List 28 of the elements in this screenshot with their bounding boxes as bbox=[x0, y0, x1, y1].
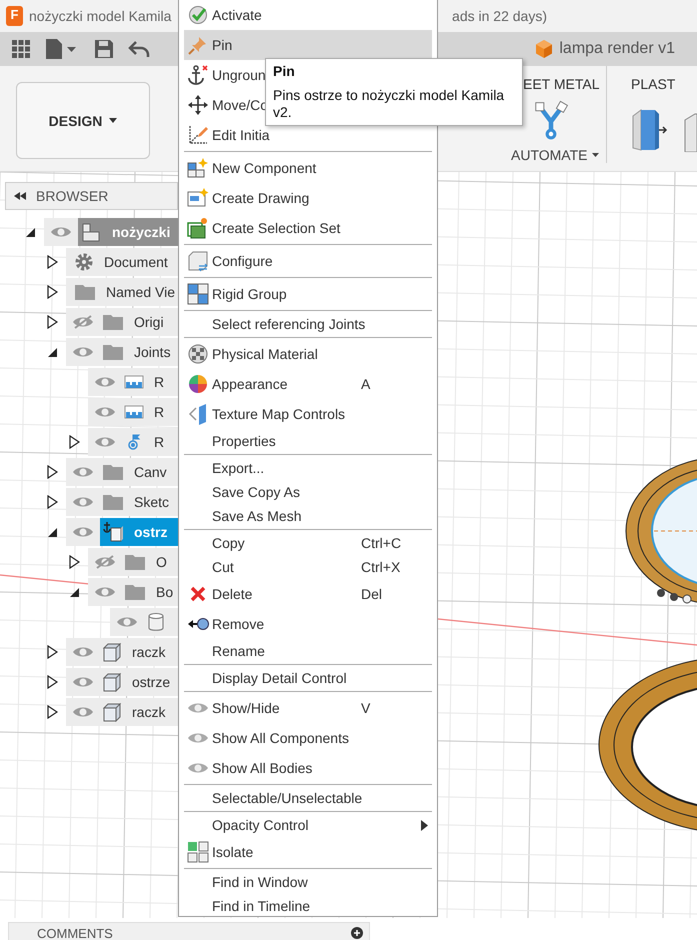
tooltip-title: Pin bbox=[273, 63, 296, 79]
shortcut-label: V bbox=[361, 700, 372, 716]
tree-item-label: nożyczki bbox=[112, 224, 170, 240]
tree-item-label: ostrz bbox=[134, 524, 168, 540]
tree-item-label: Joints bbox=[134, 344, 171, 360]
shortcut-label: A bbox=[361, 376, 372, 392]
shortcut-label: Ctrl+C bbox=[361, 535, 402, 551]
tree-item-label: ostrze bbox=[132, 674, 170, 690]
tree-item-label: Named Vie bbox=[106, 284, 176, 300]
tree-item-label: R bbox=[154, 374, 164, 390]
shortcut-label: Ctrl+X bbox=[361, 559, 402, 575]
tree-item-label: Document bbox=[104, 254, 168, 270]
tree-item-label: Sketc bbox=[134, 494, 170, 510]
comments-title: COMMENTS bbox=[37, 926, 113, 940]
tree-item-label: Origi bbox=[134, 314, 164, 330]
window-title-suffix: ads in 22 days) bbox=[452, 8, 547, 24]
tree-item-label: R bbox=[154, 434, 164, 450]
tree-item-label: R bbox=[154, 404, 164, 420]
tree-item-label: Canv bbox=[134, 464, 167, 480]
tree-item-label: Bo bbox=[156, 584, 174, 600]
tree-item-label: O bbox=[156, 554, 167, 570]
tree-item-label: raczk bbox=[132, 644, 166, 660]
browser-title: BROWSER bbox=[36, 188, 108, 204]
app-logo: F bbox=[6, 6, 23, 26]
shortcut-label: Del bbox=[361, 586, 384, 602]
window-title: nożyczki model Kamila bbox=[29, 8, 172, 24]
tooltip-text: Pins ostrze to nożyczki model Kamila v2. bbox=[273, 87, 506, 121]
tree-item-label: raczk bbox=[132, 704, 166, 720]
